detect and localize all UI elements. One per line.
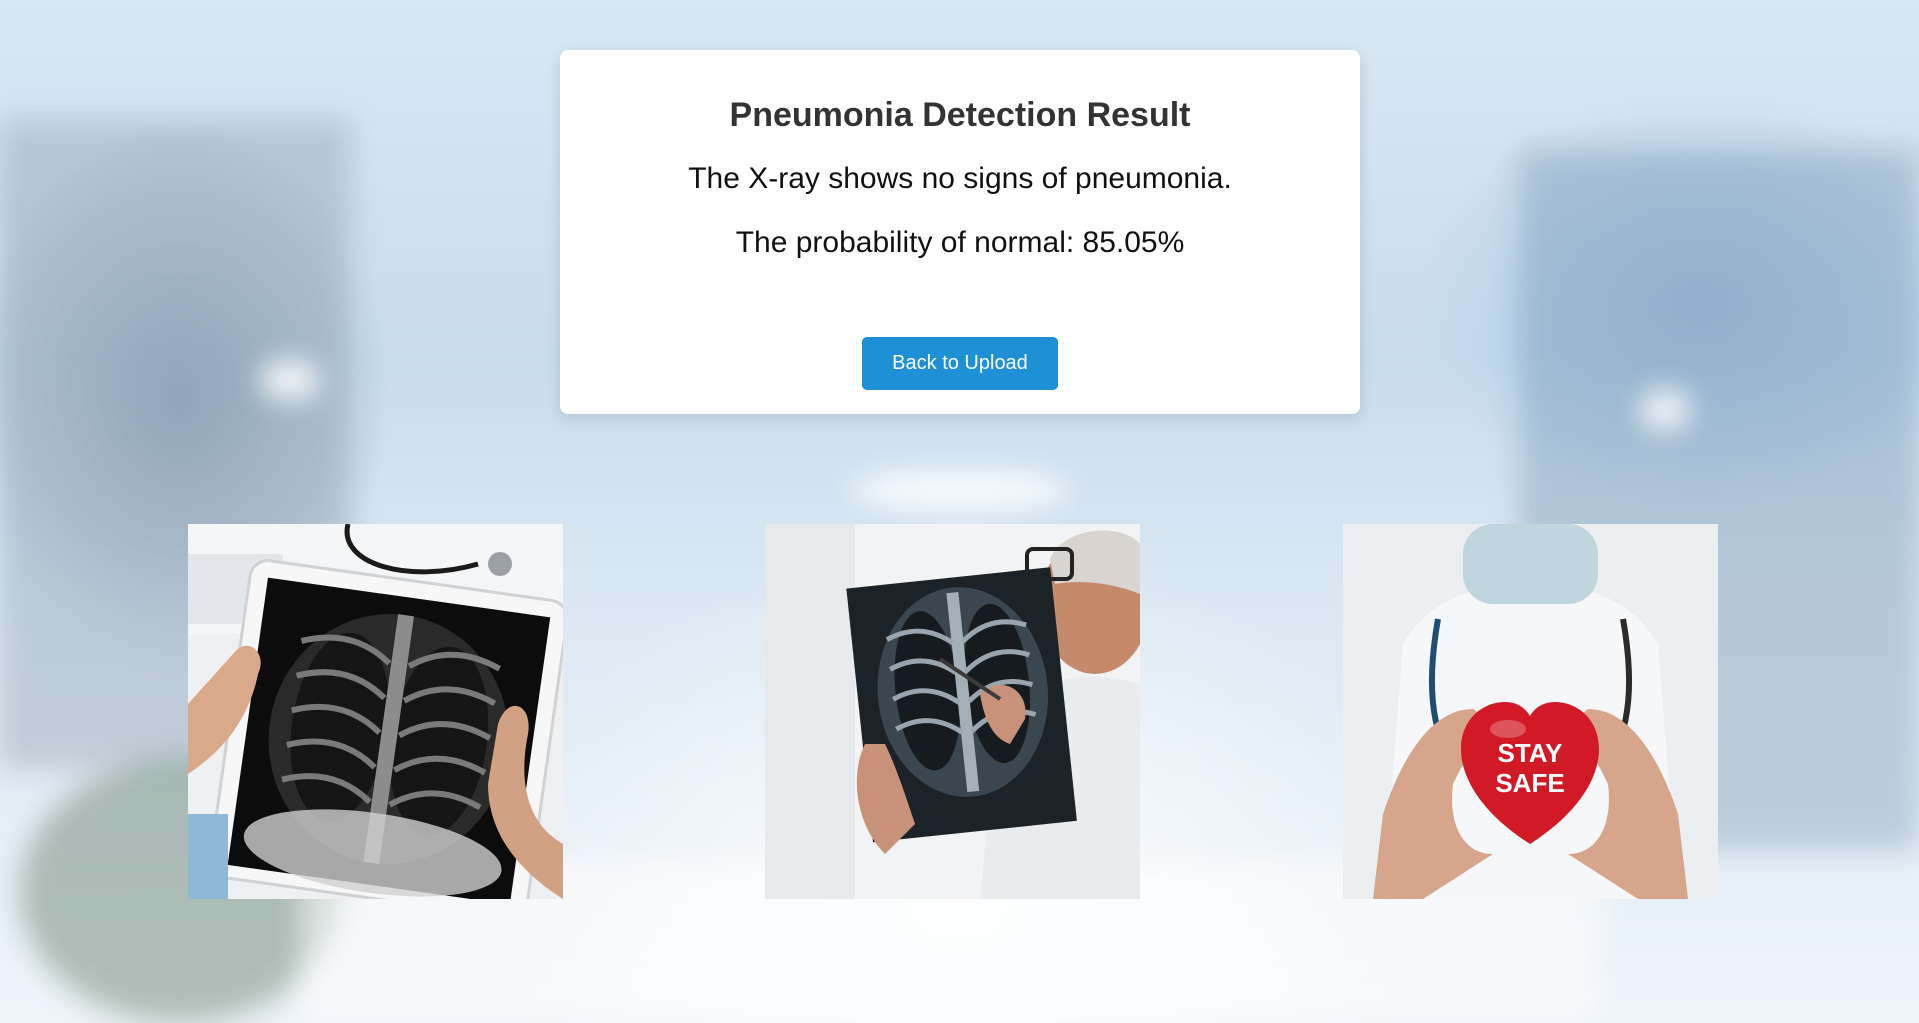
result-title: Pneumonia Detection Result [729, 96, 1191, 134]
tablet-xray-image [188, 524, 563, 899]
background-light [850, 470, 1070, 510]
background-light [1640, 390, 1690, 430]
stay-safe-heart-image: STAY SAFE [1343, 524, 1718, 899]
back-to-upload-button[interactable]: Back to Upload [862, 337, 1058, 390]
heart-text-stay: STAY [1497, 738, 1562, 768]
heart-text-safe: SAFE [1495, 768, 1564, 798]
doctor-xray-image [765, 524, 1140, 899]
result-message: The X-ray shows no signs of pneumonia. [688, 162, 1232, 195]
result-card: Pneumonia Detection Result The X-ray sho… [560, 50, 1360, 414]
background-light [260, 360, 320, 400]
result-probability: The probability of normal: 85.05% [735, 226, 1185, 259]
